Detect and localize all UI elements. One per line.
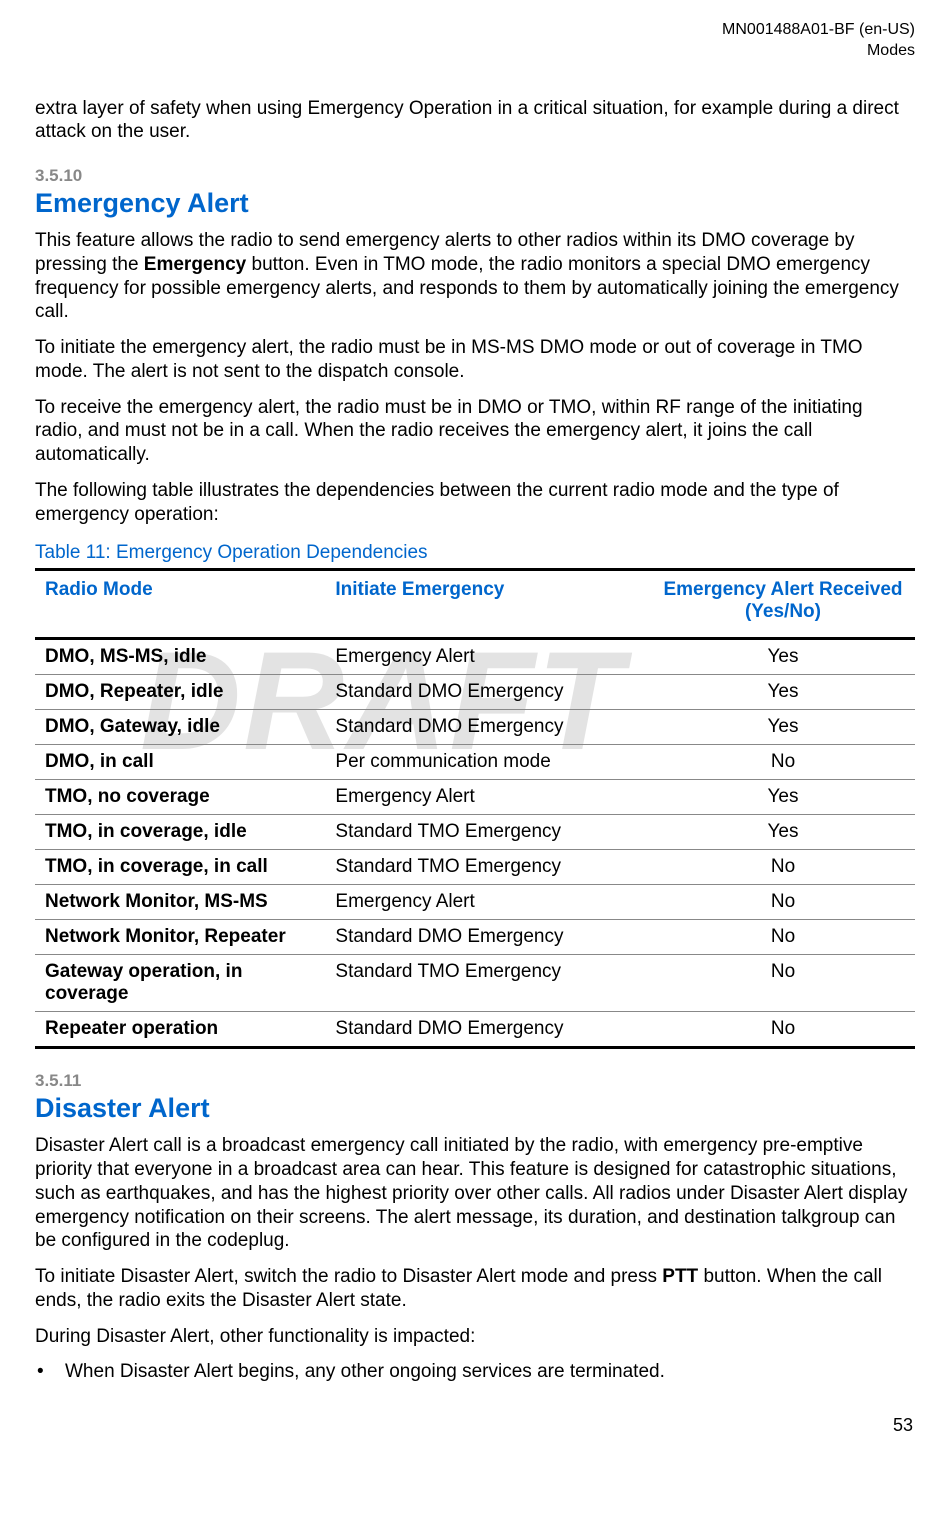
s1-para4: The following table illustrates the depe… xyxy=(35,479,915,527)
table-row: Network Monitor, RepeaterStandard DMO Em… xyxy=(35,920,915,955)
cell-received: No xyxy=(651,850,915,885)
s1-p1-bold: Emergency xyxy=(144,254,246,275)
page-header: MN001488A01-BF (en-US) Modes xyxy=(35,20,915,62)
emergency-operation-table: Radio Mode Initiate Emergency Emergency … xyxy=(35,568,915,1049)
bullet-marker: • xyxy=(35,1360,65,1385)
s1-para2: To initiate the emergency alert, the rad… xyxy=(35,336,915,384)
table-row: DMO, MS-MS, idleEmergency AlertYes xyxy=(35,639,915,675)
table-header-initiate: Initiate Emergency xyxy=(325,570,651,639)
cell-initiate: Standard TMO Emergency xyxy=(325,815,651,850)
page-number: 53 xyxy=(35,1415,915,1436)
table-row: TMO, no coverageEmergency AlertYes xyxy=(35,780,915,815)
section-number-1: 3.5.10 xyxy=(35,166,915,186)
intro-paragraph: extra layer of safety when using Emergen… xyxy=(35,97,915,145)
cell-radio-mode: Gateway operation, in coverage xyxy=(35,955,325,1012)
cell-radio-mode: DMO, Gateway, idle xyxy=(35,710,325,745)
section-title-disaster-alert: Disaster Alert xyxy=(35,1093,915,1124)
cell-radio-mode: TMO, in coverage, idle xyxy=(35,815,325,850)
cell-initiate: Per communication mode xyxy=(325,745,651,780)
table-row: TMO, in coverage, in callStandard TMO Em… xyxy=(35,850,915,885)
bullet-text: When Disaster Alert begins, any other on… xyxy=(65,1360,665,1385)
cell-initiate: Standard DMO Emergency xyxy=(325,675,651,710)
cell-received: No xyxy=(651,920,915,955)
cell-radio-mode: Network Monitor, MS-MS xyxy=(35,885,325,920)
s2-p2-text-a: To initiate Disaster Alert, switch the r… xyxy=(35,1266,662,1287)
cell-radio-mode: Repeater operation xyxy=(35,1012,325,1048)
table-row: TMO, in coverage, idleStandard TMO Emerg… xyxy=(35,815,915,850)
s1-para1: This feature allows the radio to send em… xyxy=(35,229,915,324)
cell-radio-mode: DMO, Repeater, idle xyxy=(35,675,325,710)
section-number-2: 3.5.11 xyxy=(35,1071,915,1091)
cell-received: Yes xyxy=(651,710,915,745)
table-row: DMO, in callPer communication modeNo xyxy=(35,745,915,780)
table-header-radio-mode: Radio Mode xyxy=(35,570,325,639)
cell-received: No xyxy=(651,885,915,920)
table-header-received: Emergency Alert Received (Yes/No) xyxy=(651,570,915,639)
cell-received: No xyxy=(651,1012,915,1048)
cell-received: Yes xyxy=(651,675,915,710)
cell-received: Yes xyxy=(651,639,915,675)
s2-para2: To initiate Disaster Alert, switch the r… xyxy=(35,1265,915,1313)
cell-radio-mode: TMO, no coverage xyxy=(35,780,325,815)
cell-radio-mode: Network Monitor, Repeater xyxy=(35,920,325,955)
cell-radio-mode: DMO, in call xyxy=(35,745,325,780)
cell-initiate: Emergency Alert xyxy=(325,639,651,675)
s2-para3: During Disaster Alert, other functionali… xyxy=(35,1325,915,1349)
table-caption: Table 11: Emergency Operation Dependenci… xyxy=(35,542,915,564)
cell-radio-mode: TMO, in coverage, in call xyxy=(35,850,325,885)
cell-initiate: Emergency Alert xyxy=(325,780,651,815)
cell-initiate: Standard DMO Emergency xyxy=(325,710,651,745)
cell-initiate: Standard DMO Emergency xyxy=(325,920,651,955)
table-row: DMO, Repeater, idleStandard DMO Emergenc… xyxy=(35,675,915,710)
cell-received: Yes xyxy=(651,780,915,815)
cell-initiate: Standard TMO Emergency xyxy=(325,955,651,1012)
doc-id: MN001488A01-BF (en-US) xyxy=(35,20,915,41)
cell-received: No xyxy=(651,955,915,1012)
s2-para1: Disaster Alert call is a broadcast emerg… xyxy=(35,1134,915,1253)
bullet-item: • When Disaster Alert begins, any other … xyxy=(35,1360,915,1385)
table-row: Repeater operationStandard DMO Emergency… xyxy=(35,1012,915,1048)
cell-initiate: Standard DMO Emergency xyxy=(325,1012,651,1048)
table-row: Gateway operation, in coverageStandard T… xyxy=(35,955,915,1012)
cell-radio-mode: DMO, MS-MS, idle xyxy=(35,639,325,675)
chapter-name: Modes xyxy=(35,41,915,62)
section-title-emergency-alert: Emergency Alert xyxy=(35,188,915,219)
cell-initiate: Emergency Alert xyxy=(325,885,651,920)
cell-received: Yes xyxy=(651,815,915,850)
cell-received: No xyxy=(651,745,915,780)
s1-para3: To receive the emergency alert, the radi… xyxy=(35,396,915,467)
table-row: DMO, Gateway, idleStandard DMO Emergency… xyxy=(35,710,915,745)
s2-p2-bold: PTT xyxy=(662,1266,698,1287)
table-row: Network Monitor, MS-MSEmergency AlertNo xyxy=(35,885,915,920)
cell-initiate: Standard TMO Emergency xyxy=(325,850,651,885)
